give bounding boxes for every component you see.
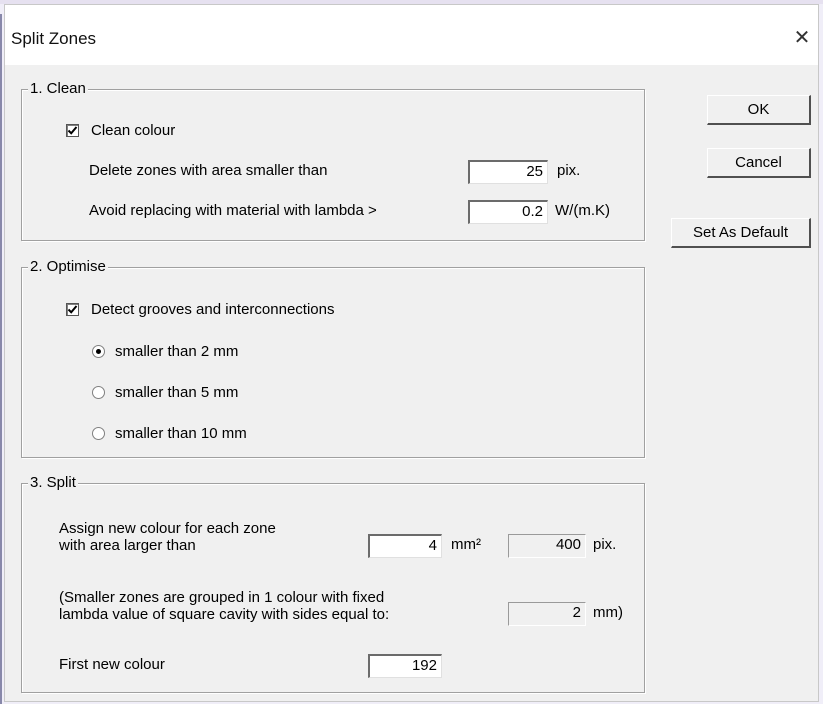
check-icon xyxy=(67,126,78,135)
split-legend: 3. Split xyxy=(28,474,78,492)
first-new-colour-input[interactable]: 192 xyxy=(368,654,442,678)
radio-selected-dot xyxy=(96,349,101,354)
detect-grooves-checkbox[interactable] xyxy=(66,303,79,316)
delete-zones-unit: pix. xyxy=(557,162,581,179)
clean-colour-checkbox[interactable] xyxy=(66,124,79,137)
radio-10mm-label: smaller than 10 mm xyxy=(115,425,247,442)
window-title: Split Zones xyxy=(11,29,97,48)
optimise-group: 2. Optimise Detect grooves and interconn… xyxy=(21,258,645,458)
cavity-size-unit: mm) xyxy=(593,604,623,621)
cancel-button[interactable]: Cancel xyxy=(707,148,811,178)
radio-10mm[interactable] xyxy=(92,427,105,440)
area-mm2-unit: mm² xyxy=(451,536,481,553)
area-pix-unit: pix. xyxy=(593,536,617,553)
detect-grooves-label: Detect grooves and interconnections xyxy=(91,301,335,318)
radio-5mm-label: smaller than 5 mm xyxy=(115,384,239,401)
clean-legend: 1. Clean xyxy=(28,80,88,98)
lambda-input[interactable]: 0.2 xyxy=(468,200,548,224)
radio-2mm[interactable] xyxy=(92,345,105,358)
cavity-size-readout: 2 xyxy=(508,602,586,626)
avoid-replacing-label: Avoid replacing with material with lambd… xyxy=(89,202,377,219)
assign-colour-label-line1: Assign new colour for each zone xyxy=(59,520,276,537)
smaller-zones-label-line2: lambda value of square cavity with sides… xyxy=(59,606,390,623)
delete-zones-input[interactable]: 25 xyxy=(468,160,548,184)
set-as-default-button[interactable]: Set As Default xyxy=(671,218,811,248)
first-new-colour-label: First new colour xyxy=(59,656,165,673)
smaller-zones-label-line1: (Smaller zones are grouped in 1 colour w… xyxy=(59,589,385,606)
assign-colour-label-line2: with area larger than xyxy=(59,537,196,554)
background-window-edge xyxy=(0,14,2,704)
area-mm2-input[interactable]: 4 xyxy=(368,534,442,558)
lambda-unit: W/(m.K) xyxy=(555,202,610,219)
delete-zones-label: Delete zones with area smaller than xyxy=(89,162,328,179)
ok-button[interactable]: OK xyxy=(707,95,811,125)
close-icon[interactable]: ✕ xyxy=(790,25,814,49)
split-group: 3. Split Assign new colour for each zone… xyxy=(21,474,645,693)
area-pix-readout: 400 xyxy=(508,534,586,558)
optimise-legend: 2. Optimise xyxy=(28,258,108,276)
radio-5mm[interactable] xyxy=(92,386,105,399)
split-zones-dialog: Split Zones ✕ 1. Clean Clean colour Dele… xyxy=(4,4,819,702)
check-icon xyxy=(67,305,78,314)
clean-group: 1. Clean Clean colour Delete zones with … xyxy=(21,80,645,241)
radio-2mm-label: smaller than 2 mm xyxy=(115,343,239,360)
title-bar[interactable]: Split Zones ✕ xyxy=(5,5,818,65)
clean-colour-label: Clean colour xyxy=(91,122,176,139)
